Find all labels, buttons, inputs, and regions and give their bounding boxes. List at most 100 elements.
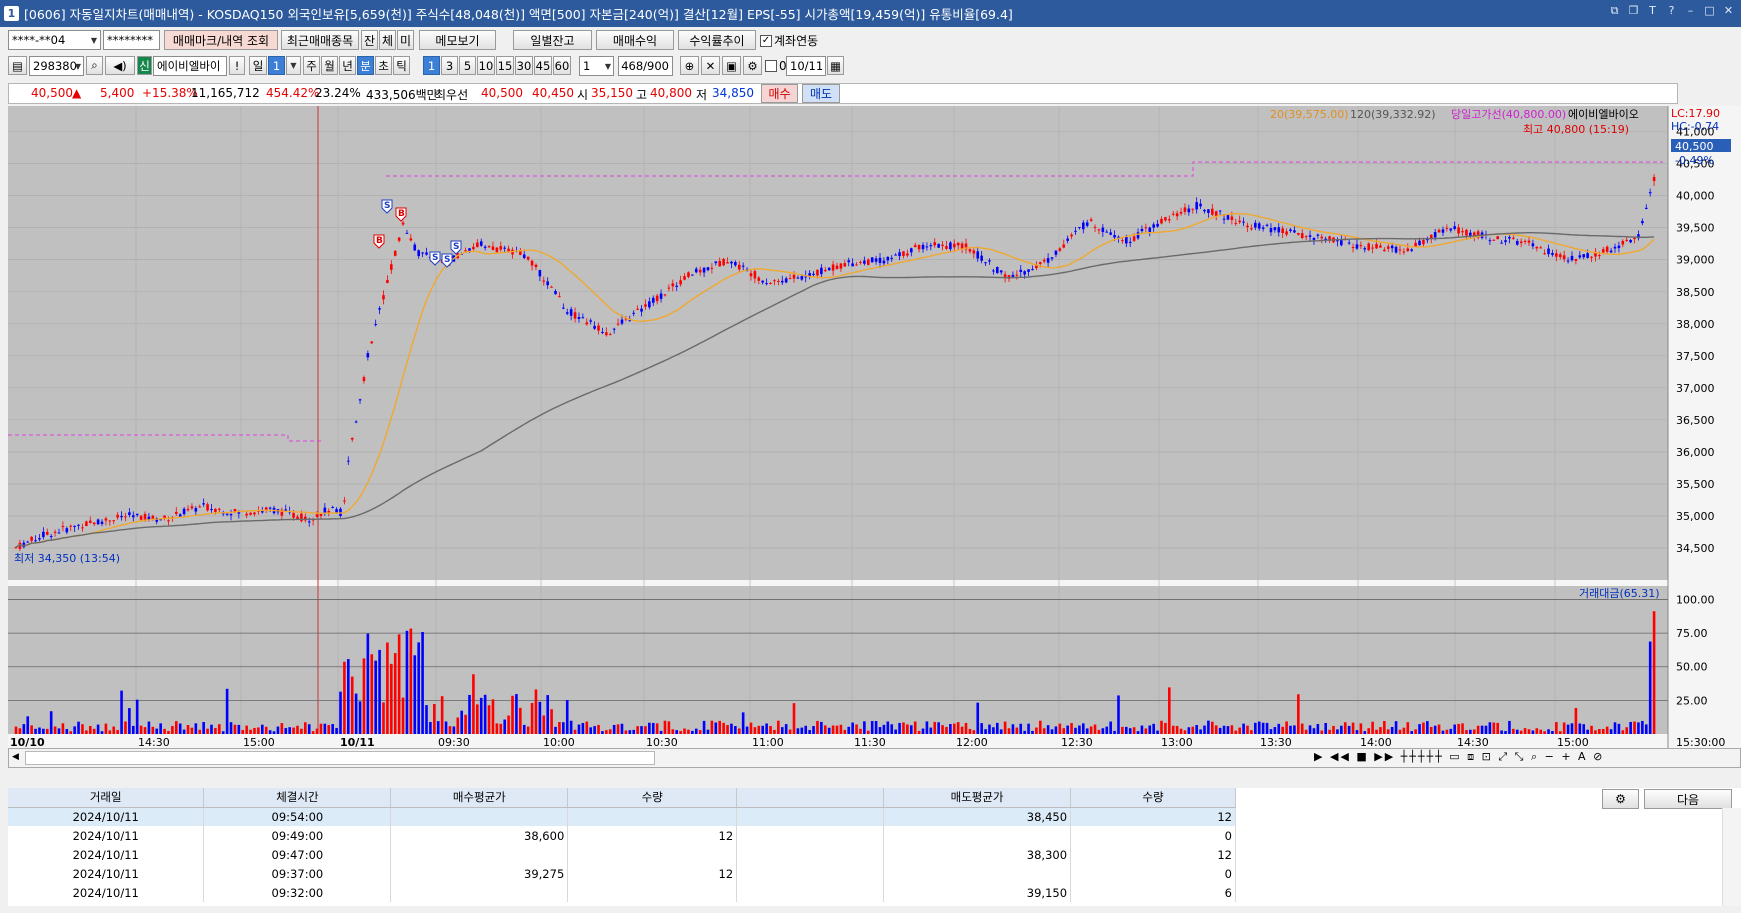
volume-bar: [1234, 730, 1238, 734]
interval-15[interactable]: 15: [496, 56, 514, 75]
scroll-left-icon[interactable]: ◀: [12, 752, 19, 762]
search-icon[interactable]: ⌕: [86, 56, 103, 75]
volume-bar: [288, 727, 291, 734]
period-dropdown[interactable]: ▼: [286, 56, 301, 75]
column-header[interactable]: 수량: [567, 788, 738, 808]
interval-60[interactable]: 60: [553, 56, 571, 75]
interval-3[interactable]: 3: [441, 56, 458, 75]
recent-trades-button[interactable]: 최근매매종목: [281, 30, 359, 50]
account-link-toggle[interactable]: ✓ 계좌연동: [760, 32, 818, 49]
table-row[interactable]: 2024/10/11 09:47:00 38,300 12: [8, 845, 1236, 864]
interval-10[interactable]: 10: [477, 56, 495, 75]
period-1[interactable]: 월: [321, 56, 338, 75]
zoom-icon[interactable]: ⊕: [680, 56, 699, 75]
candle-body: [710, 267, 714, 269]
column-header[interactable]: 수량: [1070, 788, 1236, 808]
candle-body: [1359, 245, 1363, 247]
candle-body: [1652, 176, 1656, 181]
count-select[interactable]: 1 ▼: [579, 56, 614, 76]
column-header[interactable]: 체결시간: [203, 788, 392, 808]
interval-5[interactable]: 5: [459, 56, 476, 75]
daily-balance-button[interactable]: 일별잔고: [513, 30, 592, 50]
candle-body: [495, 247, 499, 253]
table-row[interactable]: 2024/10/11 09:37:00 39,275 12 0: [8, 864, 1236, 883]
open-price: 35,150: [591, 86, 633, 100]
stock-code-input[interactable]: 298380 ▼: [29, 56, 84, 76]
interval-1[interactable]: 1: [423, 56, 440, 75]
chart-nav-controls[interactable]: ▶ ◀◀ ■ ▶▶ ┼┼┼┼┼ ▭ ⧈ ⊡ ⤢ ⤡ ⌕ − + A ⊘: [1314, 750, 1604, 764]
profit-trend-button[interactable]: 수익률추이: [678, 30, 756, 50]
table-row[interactable]: 2024/10/11 09:49:00 38,600 12 0: [8, 826, 1236, 845]
save-icon[interactable]: ▣: [722, 56, 741, 75]
candle-body: [1187, 208, 1191, 213]
table-row[interactable]: 2024/10/11 09:54:00 38,450 12: [8, 807, 1236, 826]
next-button[interactable]: 다음: [1644, 789, 1732, 809]
period-3[interactable]: 분: [357, 56, 374, 75]
volume-bar: [519, 707, 522, 734]
minimize-icon[interactable]: –: [1684, 4, 1697, 18]
volume-bar: [1340, 725, 1343, 734]
close-icon[interactable]: ✕: [1722, 4, 1735, 18]
volume-bar: [96, 724, 100, 734]
tab-unexecuted[interactable]: 미: [397, 30, 414, 50]
buy-button[interactable]: 매수: [761, 84, 798, 103]
table-row[interactable]: 2024/10/11 09:32:00 39,150 6: [8, 883, 1236, 902]
volume-bar: [1023, 730, 1026, 734]
volume-bar: [468, 694, 471, 734]
period-day-button[interactable]: 일: [249, 56, 267, 75]
period-4[interactable]: 초: [375, 56, 392, 75]
period-2[interactable]: 년: [339, 56, 356, 75]
settings-icon[interactable]: ⚙: [743, 56, 762, 75]
sound-icon[interactable]: ◀): [105, 56, 135, 75]
chart-area[interactable]: 41,000 40,500 40,000 39,500 39,000 38,500 38,0…: [8, 106, 1741, 762]
checkbox-icon[interactable]: ✓: [760, 34, 772, 47]
help-icon[interactable]: ?: [1665, 4, 1678, 18]
checkbox-icon[interactable]: [765, 60, 777, 72]
column-header[interactable]: 거래일: [8, 788, 205, 808]
interval-30[interactable]: 30: [515, 56, 533, 75]
alert-button[interactable]: !: [229, 56, 245, 75]
volume-bar: [452, 726, 456, 734]
interval-45[interactable]: 45: [534, 56, 552, 75]
date-field[interactable]: 10/11: [786, 56, 826, 76]
period-5[interactable]: 틱: [393, 56, 410, 75]
volume-bar: [108, 730, 112, 734]
period-count[interactable]: 1: [268, 56, 285, 75]
account-select[interactable]: ****-**04 ▼: [8, 30, 101, 50]
volume-bar: [1418, 724, 1421, 734]
volume-bar: [112, 726, 116, 734]
scroll-thumb[interactable]: [25, 751, 655, 765]
inquiry-button[interactable]: 매매마크/내역 조회: [164, 30, 278, 50]
trade-profit-button[interactable]: 매매수익: [596, 30, 674, 50]
volume-bar: [217, 724, 221, 734]
horizontal-scrollbar[interactable]: ◀ ▶ ◀◀ ■ ▶▶ ┼┼┼┼┼ ▭ ⧈ ⊡ ⤢ ⤡ ⌕ − + A ⊘: [8, 748, 1741, 768]
memo-button[interactable]: 메모보기: [419, 30, 496, 50]
candle-body: [1097, 229, 1101, 231]
column-header[interactable]: 매수평균가: [390, 788, 569, 808]
candle-body: [1199, 203, 1202, 207]
price-chart[interactable]: 41,00040,50040,00039,50039,00038,50038,0…: [8, 106, 1741, 749]
column-header[interactable]: 매도평균가: [883, 788, 1072, 808]
bar-count-field[interactable]: 468/900: [618, 56, 673, 76]
date-toggle[interactable]: 0: [765, 59, 787, 73]
crosshair-icon[interactable]: ✕: [701, 56, 720, 75]
tab-executed[interactable]: 체: [379, 30, 396, 50]
text-icon[interactable]: T: [1646, 4, 1659, 18]
volume-bar: [182, 729, 186, 734]
sell-button[interactable]: 매도: [802, 84, 840, 103]
trade-amount: 433,506백만: [366, 88, 438, 102]
candle-body: [1078, 227, 1081, 229]
settings-icon[interactable]: ⚙: [1602, 789, 1639, 809]
vertical-scrollbar[interactable]: [1722, 808, 1741, 906]
period-0[interactable]: 주: [303, 56, 320, 75]
copy-window-icon[interactable]: ❐: [1627, 4, 1640, 18]
candle-body: [1555, 253, 1558, 257]
maximize-icon[interactable]: □: [1703, 4, 1716, 18]
password-field[interactable]: ********: [103, 30, 160, 50]
link-icon[interactable]: ⧉: [1608, 4, 1621, 18]
calendar-icon[interactable]: ▦: [827, 56, 844, 75]
column-header[interactable]: [736, 788, 885, 808]
panel-icon[interactable]: ▤: [8, 56, 27, 75]
volume-bar: [1598, 729, 1601, 734]
tab-balance[interactable]: 잔: [361, 30, 378, 50]
